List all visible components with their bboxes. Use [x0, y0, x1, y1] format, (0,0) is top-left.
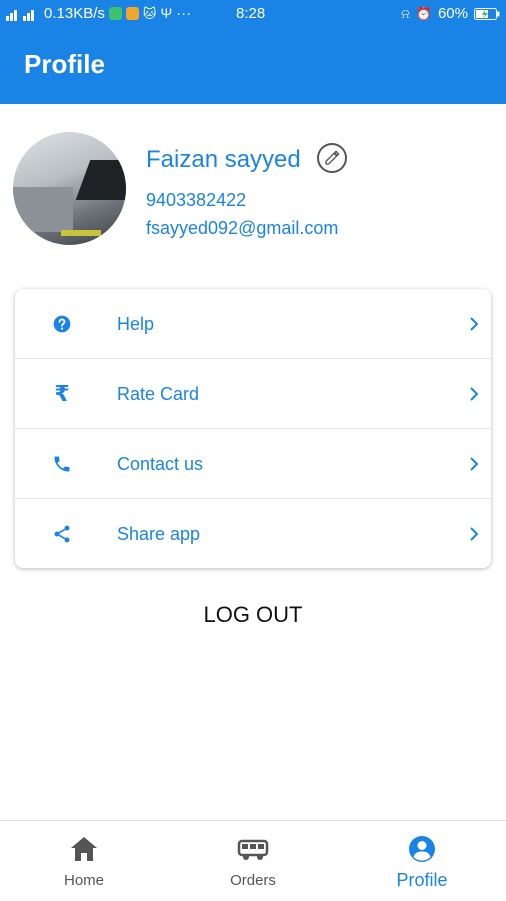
app-bar: Profile	[0, 27, 506, 104]
menu-item-label: Help	[117, 313, 155, 334]
profile-name: Faizan sayyed	[146, 146, 301, 173]
logout-button[interactable]: LOG OUT	[0, 602, 506, 628]
nav-profile[interactable]: Profile	[338, 821, 506, 901]
truck-icon	[237, 839, 269, 860]
menu-item-contact-us[interactable]: Contact us	[15, 429, 491, 499]
status-time: 8:28	[236, 5, 266, 22]
menu-item-share-app[interactable]: Share app	[15, 499, 491, 569]
chevron-right-icon	[470, 527, 479, 541]
chevron-right-icon	[470, 387, 479, 401]
nav-label: Profile	[396, 870, 448, 890]
menu-item-rate-card[interactable]: ₹ Rate Card	[15, 359, 491, 429]
nav-label: Orders	[230, 872, 276, 889]
chevron-right-icon	[470, 457, 479, 471]
home-icon	[71, 837, 97, 861]
network-speed: 0.13KB/s	[44, 5, 105, 22]
edit-profile-button[interactable]	[317, 143, 347, 173]
cat-notification-icon: 🐱	[142, 6, 157, 21]
menu-item-label: Contact us	[117, 453, 204, 474]
chat-notification-icon	[108, 7, 122, 20]
pencil-icon	[325, 150, 340, 165]
nav-orders[interactable]: Orders	[169, 821, 337, 901]
menu-item-label: Share app	[117, 523, 201, 544]
menu-item-label: Rate Card	[117, 383, 200, 404]
nav-label: Home	[63, 872, 104, 889]
menu-item-help[interactable]: Help	[15, 289, 491, 359]
profile-menu-card: Help ₹ Rate Card Contact us Share app	[15, 289, 491, 568]
bottom-navigation: Home Orders Profile	[0, 820, 506, 901]
profile-phone: 9403382422	[146, 190, 247, 210]
battery-percent: 60%	[437, 5, 468, 22]
battery-icon	[474, 7, 500, 20]
silent-icon: ⍾	[401, 6, 410, 21]
avatar[interactable]	[13, 132, 126, 245]
nav-home[interactable]: Home	[0, 821, 168, 901]
profile-email: fsayyed092@gmail.com	[146, 218, 339, 238]
alarm-icon: ⏰	[415, 6, 432, 21]
usb-icon: Ψ	[160, 5, 173, 21]
more-notifications-icon: ···	[176, 5, 192, 22]
phone-icon	[51, 453, 73, 475]
rupee-icon: ₹	[54, 381, 70, 406]
signal-icon	[6, 9, 34, 21]
chevron-right-icon	[470, 317, 479, 331]
help-circle-icon	[51, 313, 73, 335]
account-icon	[409, 836, 435, 862]
share-icon	[51, 523, 73, 545]
app-notification-icon	[125, 7, 139, 20]
page-title: Profile	[24, 49, 105, 79]
status-bar: 0.13KB/s 🐱 Ψ ··· 8:28 ⍾ ⏰ 60%	[0, 0, 506, 27]
